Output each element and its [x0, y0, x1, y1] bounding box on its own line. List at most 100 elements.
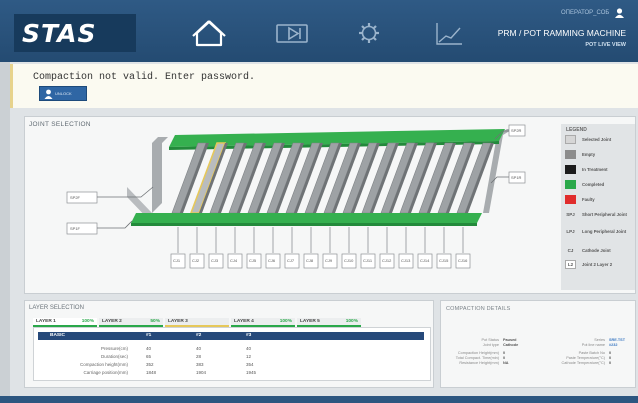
- legend-item-spj: SPJ Short Peripheral Joint: [565, 210, 630, 219]
- legend-swatch: [565, 195, 576, 204]
- tab-layer-2[interactable]: LAYER 2 50%: [99, 318, 163, 327]
- tag-sp2f-label: SP2F: [70, 195, 81, 200]
- detail-value: 0: [503, 351, 506, 355]
- user-name: ОПЕРАТОР_СОБ: [561, 10, 610, 16]
- tag-sp1f-label: SP1F: [70, 226, 81, 231]
- tag-sp1r-label: SP1R: [511, 175, 522, 180]
- cathode-tag-label: CJ5: [249, 258, 257, 263]
- tab-layer-5[interactable]: LAYER 5 100%: [297, 318, 361, 327]
- cathode-tag-label: CJ8: [306, 258, 314, 263]
- tab-label: LAYER 4: [234, 319, 254, 324]
- tab-percent: 100%: [81, 319, 94, 324]
- cathode-tag-label: CJ14: [420, 258, 430, 263]
- nav-home-button[interactable]: [180, 14, 238, 52]
- detail-value: 0: [609, 361, 612, 365]
- column-header: BASIC: [50, 333, 65, 338]
- peripheral-joint-left[interactable]: [152, 137, 168, 213]
- legend-item-completed: Completed: [565, 180, 630, 189]
- long-peripheral-joint-bottom[interactable]: [131, 213, 482, 223]
- long-peripheral-joint-bottom-edge: [131, 223, 477, 226]
- legend-swatch: [565, 165, 576, 174]
- bottom-bar: [0, 396, 638, 403]
- legend-code: L2: [565, 260, 576, 269]
- cathode-tag-label: CJ1: [173, 258, 181, 263]
- detail-label: Total Compact. Time(min): [455, 356, 499, 360]
- machine-title: PRM / POT RAMMING MACHINE: [497, 28, 626, 38]
- nav-chart-button[interactable]: [420, 14, 478, 52]
- detail-label: Pot line name: [581, 343, 605, 347]
- table-header: BASIC #1 #2 #3: [38, 332, 424, 340]
- legend-label: Faulty: [582, 196, 595, 202]
- cell: 383: [196, 362, 204, 367]
- view-label: POT LIVE VIEW: [585, 42, 626, 48]
- legend-item-lpj: LPJ Long Peripheral Joint: [565, 227, 630, 236]
- tab-layer-4[interactable]: LAYER 4 100%: [231, 318, 295, 327]
- cell: 352: [146, 362, 154, 367]
- detail-label: Paste Batch No: [578, 351, 605, 355]
- detail-label: Paste Temperature(°C): [566, 356, 605, 360]
- legend-label: Completed: [582, 181, 605, 187]
- tag-sp2r-label: SP2R: [511, 128, 522, 133]
- detail-label: Joint type: [482, 343, 499, 347]
- cell: 1904: [196, 370, 207, 375]
- compaction-details-panel: COMPACTION DETAILS Pot Status Paused Joi…: [440, 300, 636, 388]
- legend-label: Short Peripheral Joint: [582, 211, 627, 217]
- cell: 40: [146, 346, 152, 351]
- legend-label: Cathode Joint: [582, 247, 611, 253]
- gear-icon: [359, 23, 379, 43]
- row-label: Duration(sec): [100, 354, 128, 359]
- cathode-tag-label: CJ3: [211, 258, 219, 263]
- legend: LEGEND Selected Joint Empty In Treatment…: [561, 124, 635, 290]
- cathode-tag-label: CJ4: [230, 258, 238, 263]
- home-icon: [192, 20, 226, 47]
- user-info[interactable]: ОПЕРАТОР_СОБ: [504, 8, 624, 18]
- detail-value: #232: [609, 343, 618, 347]
- top-bar: STAS ОПЕРАТОР_СОБ PRM / POT RAMMING MACH…: [0, 0, 638, 62]
- pot-diagram: CJ1 CJ2 CJ3 CJ4 CJ5 CJ6 CJ7 CJ8 CJ9 CJ10 CJ11 CJ12 C…: [66, 124, 526, 269]
- leader-line: [97, 186, 154, 198]
- user-icon: [44, 89, 53, 99]
- nav-settings-button[interactable]: [340, 14, 398, 52]
- legend-item-faulty: Faulty: [565, 195, 630, 204]
- tab-layer-1[interactable]: LAYER 1 100%: [33, 318, 97, 327]
- legend-title: LEGEND: [566, 127, 587, 133]
- cell: 28: [196, 354, 202, 359]
- column-header: #2: [196, 333, 202, 338]
- cathode-tag-label: CJ15: [439, 258, 449, 263]
- cathode-tag-label: CJ9: [325, 258, 333, 263]
- legend-swatch: [565, 180, 576, 189]
- cell: 12: [246, 354, 252, 359]
- tab-label: LAYER 2: [102, 319, 122, 324]
- joint-selection-panel: JOINT SELECTION CJ1 CJ2 CJ3 CJ4 CJ5 CJ6 CJ7 CJ8…: [24, 116, 636, 294]
- alert-banner: Compaction not valid. Enter password. UN…: [10, 64, 638, 108]
- layer-table: BASIC #1 #2 #3 Pressure(cm) 40 40 40 Dur…: [33, 327, 431, 381]
- user-icon: [615, 8, 624, 18]
- tab-label: LAYER 5: [300, 319, 320, 324]
- left-strip: [0, 62, 10, 396]
- alert-message: Compaction not valid. Enter password.: [33, 72, 256, 83]
- unlock-button[interactable]: UNLOCK: [39, 86, 87, 101]
- cell: 65: [146, 354, 152, 359]
- layer-selection-panel: LAYER SELECTION LAYER 1 100% LAYER 2 50%…: [24, 300, 434, 388]
- cell: 1945: [246, 370, 257, 375]
- legend-item-layer2: L2 Joint 2 Layer 2: [565, 260, 630, 269]
- legend-swatch: [565, 150, 576, 159]
- tab-percent: 50%: [150, 319, 160, 324]
- cathode-tag-label: CJ11: [363, 258, 373, 263]
- tab-label: LAYER 1: [36, 319, 56, 324]
- nav-video-button[interactable]: [263, 14, 321, 52]
- detail-value: SRE.TST: [609, 338, 626, 342]
- tab-percent: 100%: [345, 319, 358, 324]
- cell: 354: [246, 362, 254, 367]
- logo-text: STAS: [22, 18, 97, 48]
- column-header: #1: [146, 333, 152, 338]
- cell: 1848: [146, 370, 157, 375]
- tab-layer-3[interactable]: LAYER 3: [165, 318, 229, 327]
- detail-value: 0: [609, 356, 612, 360]
- detail-value: 0: [609, 351, 612, 355]
- legend-label: Long Peripheral Joint: [582, 228, 627, 234]
- row-label: Pressure(cm): [100, 346, 128, 351]
- legend-label: In Treatment: [582, 166, 608, 172]
- tab-label: LAYER 3: [168, 319, 188, 324]
- detail-label: Compaction Height(mm): [457, 351, 499, 355]
